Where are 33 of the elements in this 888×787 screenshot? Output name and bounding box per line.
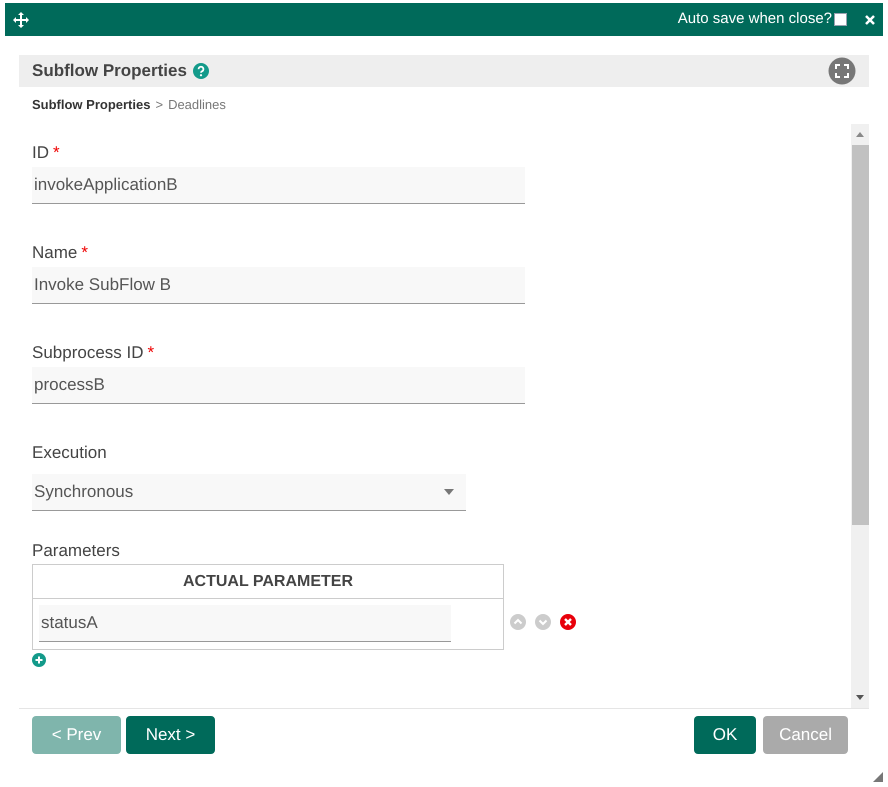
next-button[interactable]: Next > [126,716,215,754]
scroll-up-icon[interactable] [856,132,864,137]
help-icon[interactable] [192,63,209,79]
field-label: Subprocess ID [32,343,144,362]
breadcrumb-item[interactable]: Deadlines [168,95,226,115]
delete-icon[interactable] [560,614,576,630]
parameter-field[interactable]: statusA [39,605,451,642]
scroll-down-icon[interactable] [856,695,864,700]
field-label: ID [32,143,49,162]
required-mark: * [81,243,88,262]
panel-title: Subflow Properties [32,60,187,82]
fullscreen-icon[interactable] [828,57,856,85]
resize-grip-icon[interactable] [873,772,883,782]
breadcrumb-item[interactable]: Subflow Properties [32,95,150,115]
add-icon[interactable] [32,653,46,667]
dropdown-caret-icon [444,489,454,495]
close-icon[interactable] [865,14,875,24]
field-label: Name [32,243,78,262]
column-header: ACTUAL PARAMETER [33,565,503,599]
move-icon[interactable] [13,12,29,28]
text-field[interactable]: Invoke SubFlow B [32,267,525,304]
field-label: Execution [32,443,107,462]
text-field[interactable]: invokeApplicationB [32,167,525,204]
ok-button[interactable]: OK [694,716,756,754]
scrollbar[interactable] [851,124,869,708]
auto-save-checkbox[interactable] [834,13,847,26]
breadcrumb-separator: > [155,96,164,114]
text-field[interactable]: processB [32,367,525,404]
execution-select[interactable]: Synchronous [32,474,466,511]
required-mark: * [53,143,60,162]
parameters-label: Parameters [32,540,121,558]
auto-save-label: Auto save when close? [678,9,832,30]
required-mark: * [148,343,154,362]
